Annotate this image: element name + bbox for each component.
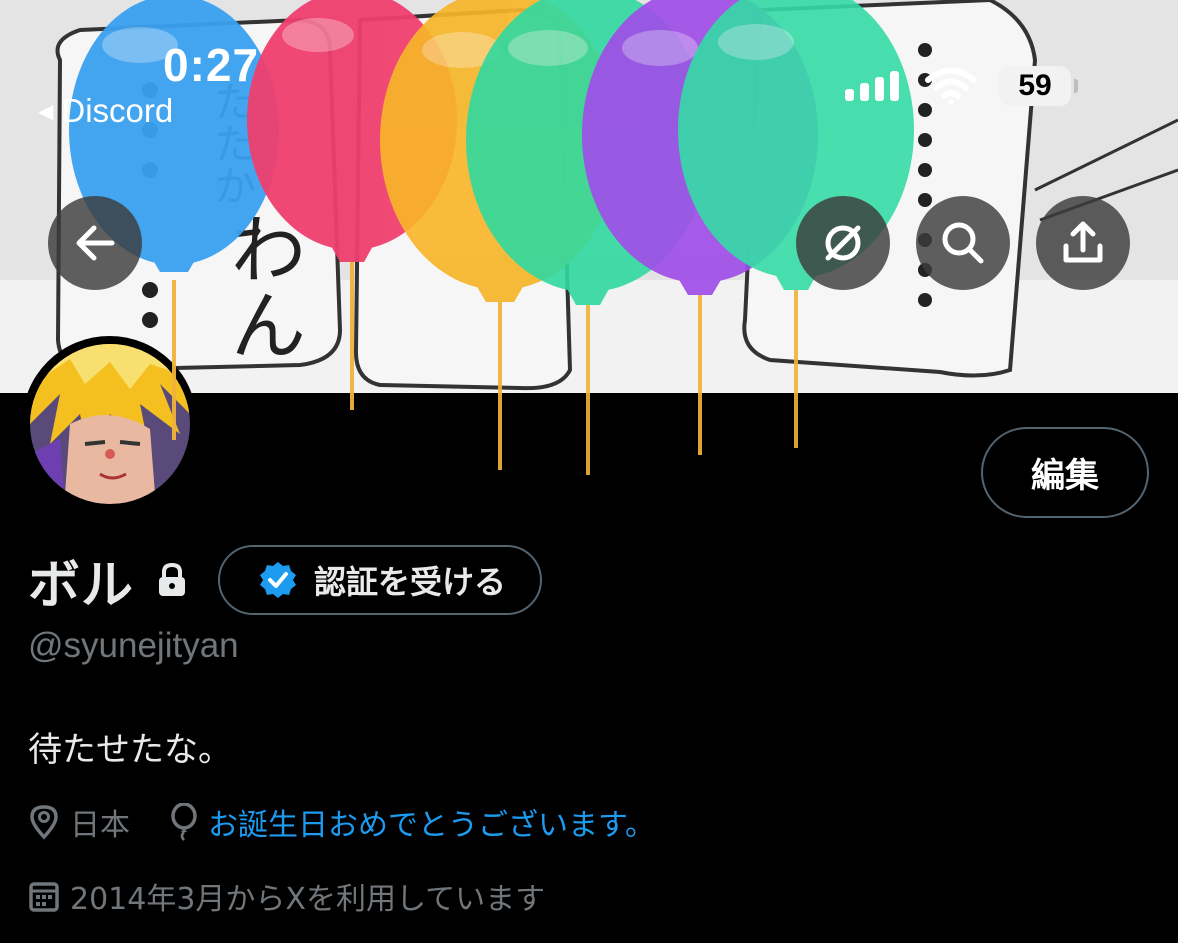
- search-button[interactable]: [916, 196, 1010, 290]
- privacy-button[interactable]: [796, 196, 890, 290]
- get-verified-button[interactable]: 認証を受ける: [218, 545, 543, 615]
- balloon-icon: [171, 803, 197, 841]
- status-time: 0:27: [163, 39, 260, 91]
- birthday-item: お誕生日おめでとうございます。: [170, 800, 655, 844]
- battery-indicator: 59: [999, 66, 1078, 106]
- get-verified-label: 認証を受ける: [314, 563, 507, 601]
- joined-item: 2014年3月からXを利用しています: [28, 874, 545, 918]
- birthday-link[interactable]: お誕生日おめでとうございます。: [208, 800, 655, 844]
- banner-text-1: たたか: [208, 80, 257, 206]
- profile-meta-row: 日本 お誕生日おめでとうございます。: [28, 800, 655, 844]
- avatar-image: [29, 343, 190, 504]
- no-tracking-icon: [825, 225, 861, 261]
- avatar[interactable]: [22, 336, 197, 511]
- share-button[interactable]: [1036, 196, 1130, 290]
- location-text: 日本: [70, 808, 130, 843]
- location-item: 日本: [28, 800, 130, 844]
- display-name: ボル: [28, 555, 135, 616]
- back-to-app-link[interactable]: ◀ Discord: [38, 92, 173, 130]
- profile-bio: 待たせたな。: [28, 730, 232, 770]
- back-button[interactable]: [48, 196, 142, 290]
- search-icon: [942, 222, 984, 264]
- share-icon: [1063, 221, 1103, 263]
- profile-name-row: ボル 認証を受ける: [28, 545, 543, 616]
- edit-profile-button[interactable]: 編集: [981, 427, 1149, 518]
- calendar-icon: [29, 882, 59, 912]
- back-app-label: Discord: [61, 92, 174, 129]
- location-pin-icon: [30, 805, 58, 840]
- joined-row: 2014年3月からXを利用しています: [28, 874, 545, 918]
- signal-icon: [845, 71, 899, 101]
- arrow-left-icon: [76, 225, 115, 261]
- banner-text-2: わん: [218, 210, 307, 362]
- joined-text: 2014年3月からXを利用しています: [70, 882, 546, 917]
- wifi-icon: [925, 67, 977, 105]
- profile-banner[interactable]: たたか わん 0:27 ◀ Discord 59: [0, 0, 1178, 393]
- back-triangle-icon: ◀: [38, 100, 54, 123]
- profile-handle: @syunejityan: [28, 626, 239, 665]
- verified-badge-icon: [260, 562, 297, 598]
- status-indicators: 59: [845, 66, 1078, 106]
- lock-icon: [156, 562, 188, 602]
